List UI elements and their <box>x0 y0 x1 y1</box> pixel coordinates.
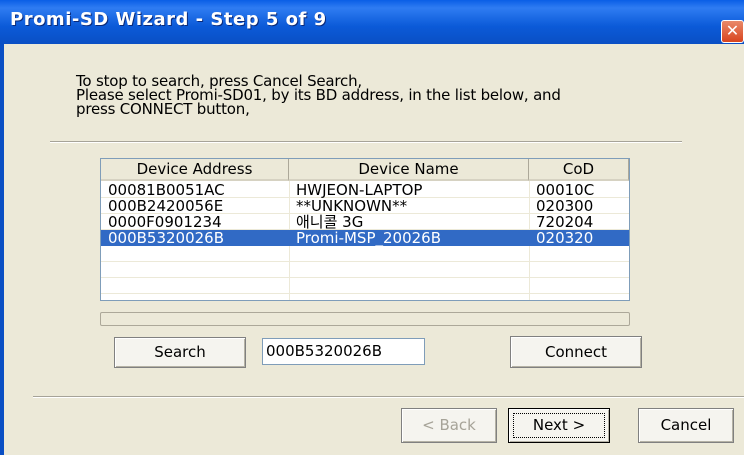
grid-line <box>101 261 629 262</box>
list-item[interactable]: 00081B0051AC HWJEON-LAPTOP 00010C <box>101 182 629 198</box>
instruction-line: press CONNECT button, <box>76 100 250 118</box>
divider <box>33 396 744 398</box>
grid-line <box>101 293 629 294</box>
close-icon[interactable]: ✕ <box>721 20 744 43</box>
search-button[interactable]: Search <box>114 337 246 368</box>
device-address: 00081B0051AC <box>108 182 225 198</box>
list-item[interactable]: 0000F0901234 애니콜 3G 720204 <box>101 214 629 230</box>
window-frame <box>0 44 4 455</box>
device-address: 000B2420056E <box>108 198 224 214</box>
next-button[interactable]: Next > <box>508 408 610 443</box>
list-item[interactable]: 000B2420056E **UNKNOWN** 020300 <box>101 198 629 214</box>
list-header: Device Address Device Name CoD <box>101 159 629 181</box>
device-list[interactable]: Device Address Device Name CoD 00081B005… <box>100 158 630 301</box>
focus-rect <box>513 413 605 438</box>
column-header-name[interactable]: Device Name <box>289 159 529 181</box>
address-field[interactable]: 000B5320026B <box>262 338 425 365</box>
device-address: 000B5320026B <box>108 230 225 246</box>
device-name: Promi-MSP_20026B <box>296 230 442 246</box>
column-header-address[interactable]: Device Address <box>101 159 289 181</box>
divider <box>50 141 682 143</box>
instructions-text: To stop to search, press Cancel Search, … <box>76 74 561 118</box>
back-button[interactable]: < Back <box>401 408 497 443</box>
connect-button[interactable]: Connect <box>510 336 642 368</box>
device-cod: 720204 <box>536 214 594 230</box>
search-progress-bar <box>100 312 630 326</box>
device-cod: 020300 <box>536 198 594 214</box>
grid-line <box>101 277 629 278</box>
window-title: Promi-SD Wizard - Step 5 of 9 <box>10 9 327 30</box>
device-cod: 020320 <box>536 230 594 246</box>
device-address: 0000F0901234 <box>108 214 222 230</box>
device-name: **UNKNOWN** <box>296 198 408 214</box>
title-bar[interactable]: Promi-SD Wizard - Step 5 of 9 ✕ <box>0 0 744 44</box>
column-header-cod[interactable]: CoD <box>529 159 629 181</box>
cancel-button[interactable]: Cancel <box>638 408 734 443</box>
list-item-selected[interactable]: 000B5320026B Promi-MSP_20026B 020320 <box>101 230 629 246</box>
device-cod: 00010C <box>536 182 595 198</box>
device-name: 애니콜 3G <box>296 214 364 230</box>
device-name: HWJEON-LAPTOP <box>296 182 423 198</box>
